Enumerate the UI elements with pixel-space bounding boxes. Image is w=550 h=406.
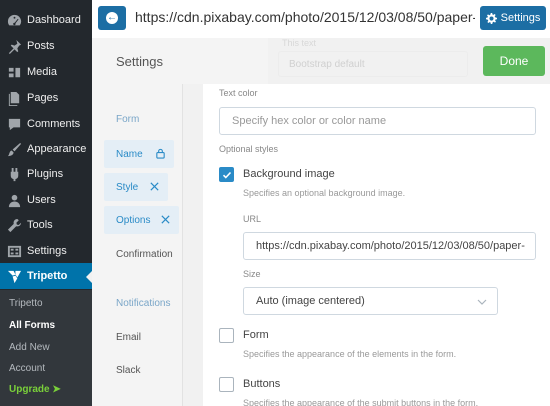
menu-item-tools[interactable]: Tools bbox=[0, 212, 92, 238]
background-image-description: Specifies an optional background image. bbox=[243, 188, 406, 198]
settings-content: Text color Specify hex color or color na… bbox=[203, 84, 550, 406]
nav-item-confirmation[interactable]: Confirmation bbox=[116, 249, 173, 260]
nav-item-label: Options bbox=[116, 214, 151, 226]
menu-item-dashboard[interactable]: Dashboard bbox=[0, 7, 92, 33]
background-image-checkbox[interactable] bbox=[219, 167, 234, 182]
menu-item-comments[interactable]: Comments bbox=[0, 111, 92, 137]
submenu-add-new[interactable]: Add New bbox=[9, 342, 50, 353]
form-style-checkbox[interactable] bbox=[219, 328, 234, 343]
nav-heading-notifications: Notifications bbox=[116, 298, 171, 309]
nav-divider bbox=[182, 84, 183, 406]
text-color-input[interactable]: Specify hex color or color name bbox=[219, 107, 536, 135]
size-label: Size bbox=[243, 269, 261, 279]
menu-label: Media bbox=[27, 66, 57, 78]
comment-icon bbox=[6, 116, 22, 132]
url-label: URL bbox=[243, 214, 262, 224]
arrow-left-icon: ← bbox=[106, 12, 118, 24]
tripetto-submenu: Tripetto All Forms Add New Account Upgra… bbox=[0, 290, 92, 406]
nav-item-label: Style bbox=[116, 181, 139, 193]
nav-item-slack[interactable]: Slack bbox=[116, 365, 140, 376]
menu-item-posts[interactable]: Posts bbox=[0, 33, 92, 59]
submenu-upgrade[interactable]: Upgrade ➤ bbox=[9, 384, 61, 395]
plugin-icon bbox=[6, 166, 22, 182]
tripetto-icon bbox=[6, 268, 22, 284]
menu-label: Posts bbox=[27, 40, 55, 52]
settings-button[interactable]: Settings bbox=[480, 6, 546, 30]
menu-label: Users bbox=[27, 194, 56, 206]
pages-icon bbox=[6, 90, 22, 106]
menu-label: Dashboard bbox=[27, 14, 81, 26]
url-display: https://cdn.pixabay.com/photo/2015/12/03… bbox=[135, 9, 475, 25]
nav-item-options[interactable]: Options bbox=[104, 206, 179, 234]
settings-nav: Form Name Style Options Confirmation Not… bbox=[92, 84, 182, 406]
settings-panel: Settings Done Form Name Style Options Co… bbox=[92, 38, 550, 406]
brush-icon bbox=[6, 141, 22, 157]
menu-label: Appearance bbox=[27, 143, 87, 155]
size-select-value: Auto (image centered) bbox=[256, 295, 365, 307]
menu-item-users[interactable]: Users bbox=[0, 187, 92, 213]
nav-heading-form: Form bbox=[116, 114, 140, 125]
size-select[interactable]: Auto (image centered) bbox=[243, 287, 498, 315]
submenu-account[interactable]: Account bbox=[9, 363, 45, 374]
settings-icon bbox=[6, 243, 22, 259]
wrench-icon bbox=[6, 217, 22, 233]
panel-header: Settings bbox=[92, 38, 268, 84]
form-style-label[interactable]: Form bbox=[243, 329, 269, 341]
background-image-label[interactable]: Background image bbox=[243, 168, 335, 180]
settings-button-label: Settings bbox=[500, 12, 541, 24]
menu-label: Settings bbox=[27, 245, 67, 257]
nav-item-email[interactable]: Email bbox=[116, 332, 141, 343]
chevron-down-icon bbox=[477, 297, 487, 307]
menu-label: Pages bbox=[27, 92, 59, 104]
submenu-all-forms[interactable]: All Forms bbox=[9, 320, 55, 331]
checkmark-icon bbox=[222, 171, 231, 179]
buttons-style-description: Specifies the appearance of the submit b… bbox=[243, 398, 479, 406]
back-button[interactable]: ← bbox=[98, 6, 126, 30]
background-url-input[interactable]: https://cdn.pixabay.com/photo/2015/12/03… bbox=[243, 232, 536, 260]
close-icon[interactable] bbox=[149, 181, 160, 192]
menu-item-appearance[interactable]: Appearance bbox=[0, 136, 92, 162]
media-icon bbox=[6, 64, 22, 80]
form-style-description: Specifies the appearance of the elements… bbox=[243, 349, 457, 359]
submenu-tripetto[interactable]: Tripetto bbox=[9, 298, 43, 309]
optional-styles-label: Optional styles bbox=[219, 144, 279, 154]
wp-admin-sidebar: Dashboard Posts Media Pages Comments App… bbox=[0, 0, 92, 406]
done-button[interactable]: Done bbox=[483, 46, 545, 76]
menu-item-media[interactable]: Media bbox=[0, 59, 92, 85]
menu-label: Comments bbox=[27, 118, 81, 130]
text-color-label: Text color bbox=[219, 88, 258, 98]
nav-item-label: Name bbox=[116, 148, 143, 160]
panel-title: Settings bbox=[116, 54, 163, 69]
menu-label: Plugins bbox=[27, 168, 64, 180]
lock-icon bbox=[155, 148, 166, 159]
close-icon[interactable] bbox=[160, 214, 171, 225]
top-bar: ← https://cdn.pixabay.com/photo/2015/12/… bbox=[92, 0, 550, 38]
menu-item-plugins[interactable]: Plugins bbox=[0, 161, 92, 187]
menu-item-tripetto[interactable]: Tripetto bbox=[0, 263, 92, 289]
dashboard-icon bbox=[6, 12, 22, 28]
nav-item-style[interactable]: Style bbox=[104, 173, 168, 201]
buttons-style-label[interactable]: Buttons bbox=[243, 378, 280, 390]
menu-label: Tools bbox=[27, 219, 53, 231]
menu-item-pages[interactable]: Pages bbox=[0, 85, 92, 111]
pin-icon bbox=[6, 38, 22, 54]
users-icon bbox=[6, 192, 22, 208]
gear-icon bbox=[485, 12, 497, 24]
nav-item-name[interactable]: Name bbox=[104, 140, 174, 168]
buttons-style-checkbox[interactable] bbox=[219, 377, 234, 392]
menu-item-settings[interactable]: Settings bbox=[0, 238, 92, 264]
menu-label: Tripetto bbox=[27, 270, 68, 282]
